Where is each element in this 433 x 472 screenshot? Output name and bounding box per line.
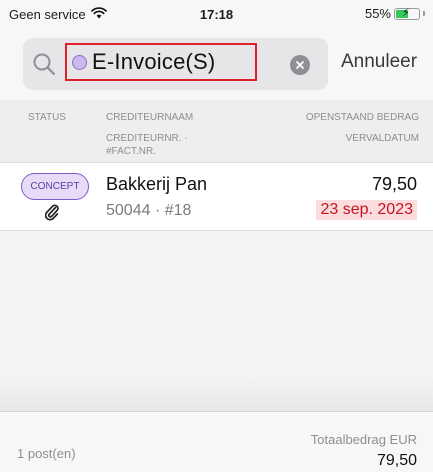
list-empty-area [0, 231, 433, 411]
footer-summary: 1 post(en) Totaalbedrag EUR 79,50 [0, 411, 433, 472]
search-filter-token[interactable]: E-Invoice(S) [65, 43, 257, 81]
column-creditor: CREDITEURNAAM CREDITEURNR. · #FACT.NR. [106, 111, 226, 158]
creditor-name: Bakkerij Pan [106, 174, 208, 194]
status-badge: CONCEPT [21, 173, 89, 200]
status-bar: Geen service 17:18 55% ⚡ [0, 0, 433, 30]
battery-tip [423, 11, 425, 16]
clear-icon[interactable] [290, 55, 310, 75]
column-header: STATUS CREDITEURNAAM CREDITEURNR. · #FAC… [0, 100, 433, 163]
column-creditor-number: CREDITEURNR. · #FACT.NR. [106, 133, 188, 157]
token-color-dot [72, 54, 87, 70]
paperclip-icon [44, 203, 59, 226]
column-due-date: VERVALDATUM [345, 133, 419, 144]
total-label: Totaalbedrag EUR [310, 432, 417, 447]
total-amount: 79,50 [376, 452, 417, 469]
column-amount: OPENSTAAND BEDRAG VERVALDATUM [306, 111, 419, 145]
creditor-invoice-number: 50044 · #18 [106, 202, 192, 219]
search-bar: E-Invoice(S) Annuleer [0, 30, 433, 100]
column-status: STATUS [28, 112, 66, 123]
table-row[interactable]: CONCEPT Bakkerij Pan 50044 · #18 79,50 2… [0, 163, 433, 231]
item-count: 1 post(en) [17, 446, 76, 461]
battery-indicator: 55% ⚡ [365, 6, 425, 21]
battery-percent: 55% [364, 6, 391, 21]
cancel-button[interactable]: Annuleer [341, 51, 417, 73]
column-creditor-name: CREDITEURNAAM [106, 112, 194, 123]
search-input[interactable]: E-Invoice(S) [23, 38, 328, 90]
search-icon [32, 52, 56, 81]
due-date-overdue: 23 sep. 2023 [316, 200, 417, 220]
charging-bolt-icon: ⚡ [402, 6, 410, 19]
search-token-label: E-Invoice(S) [92, 49, 216, 74]
column-open-amount: OPENSTAAND BEDRAG [305, 112, 419, 123]
battery-icon: ⚡ [394, 6, 420, 20]
open-amount: 79,50 [371, 174, 417, 194]
